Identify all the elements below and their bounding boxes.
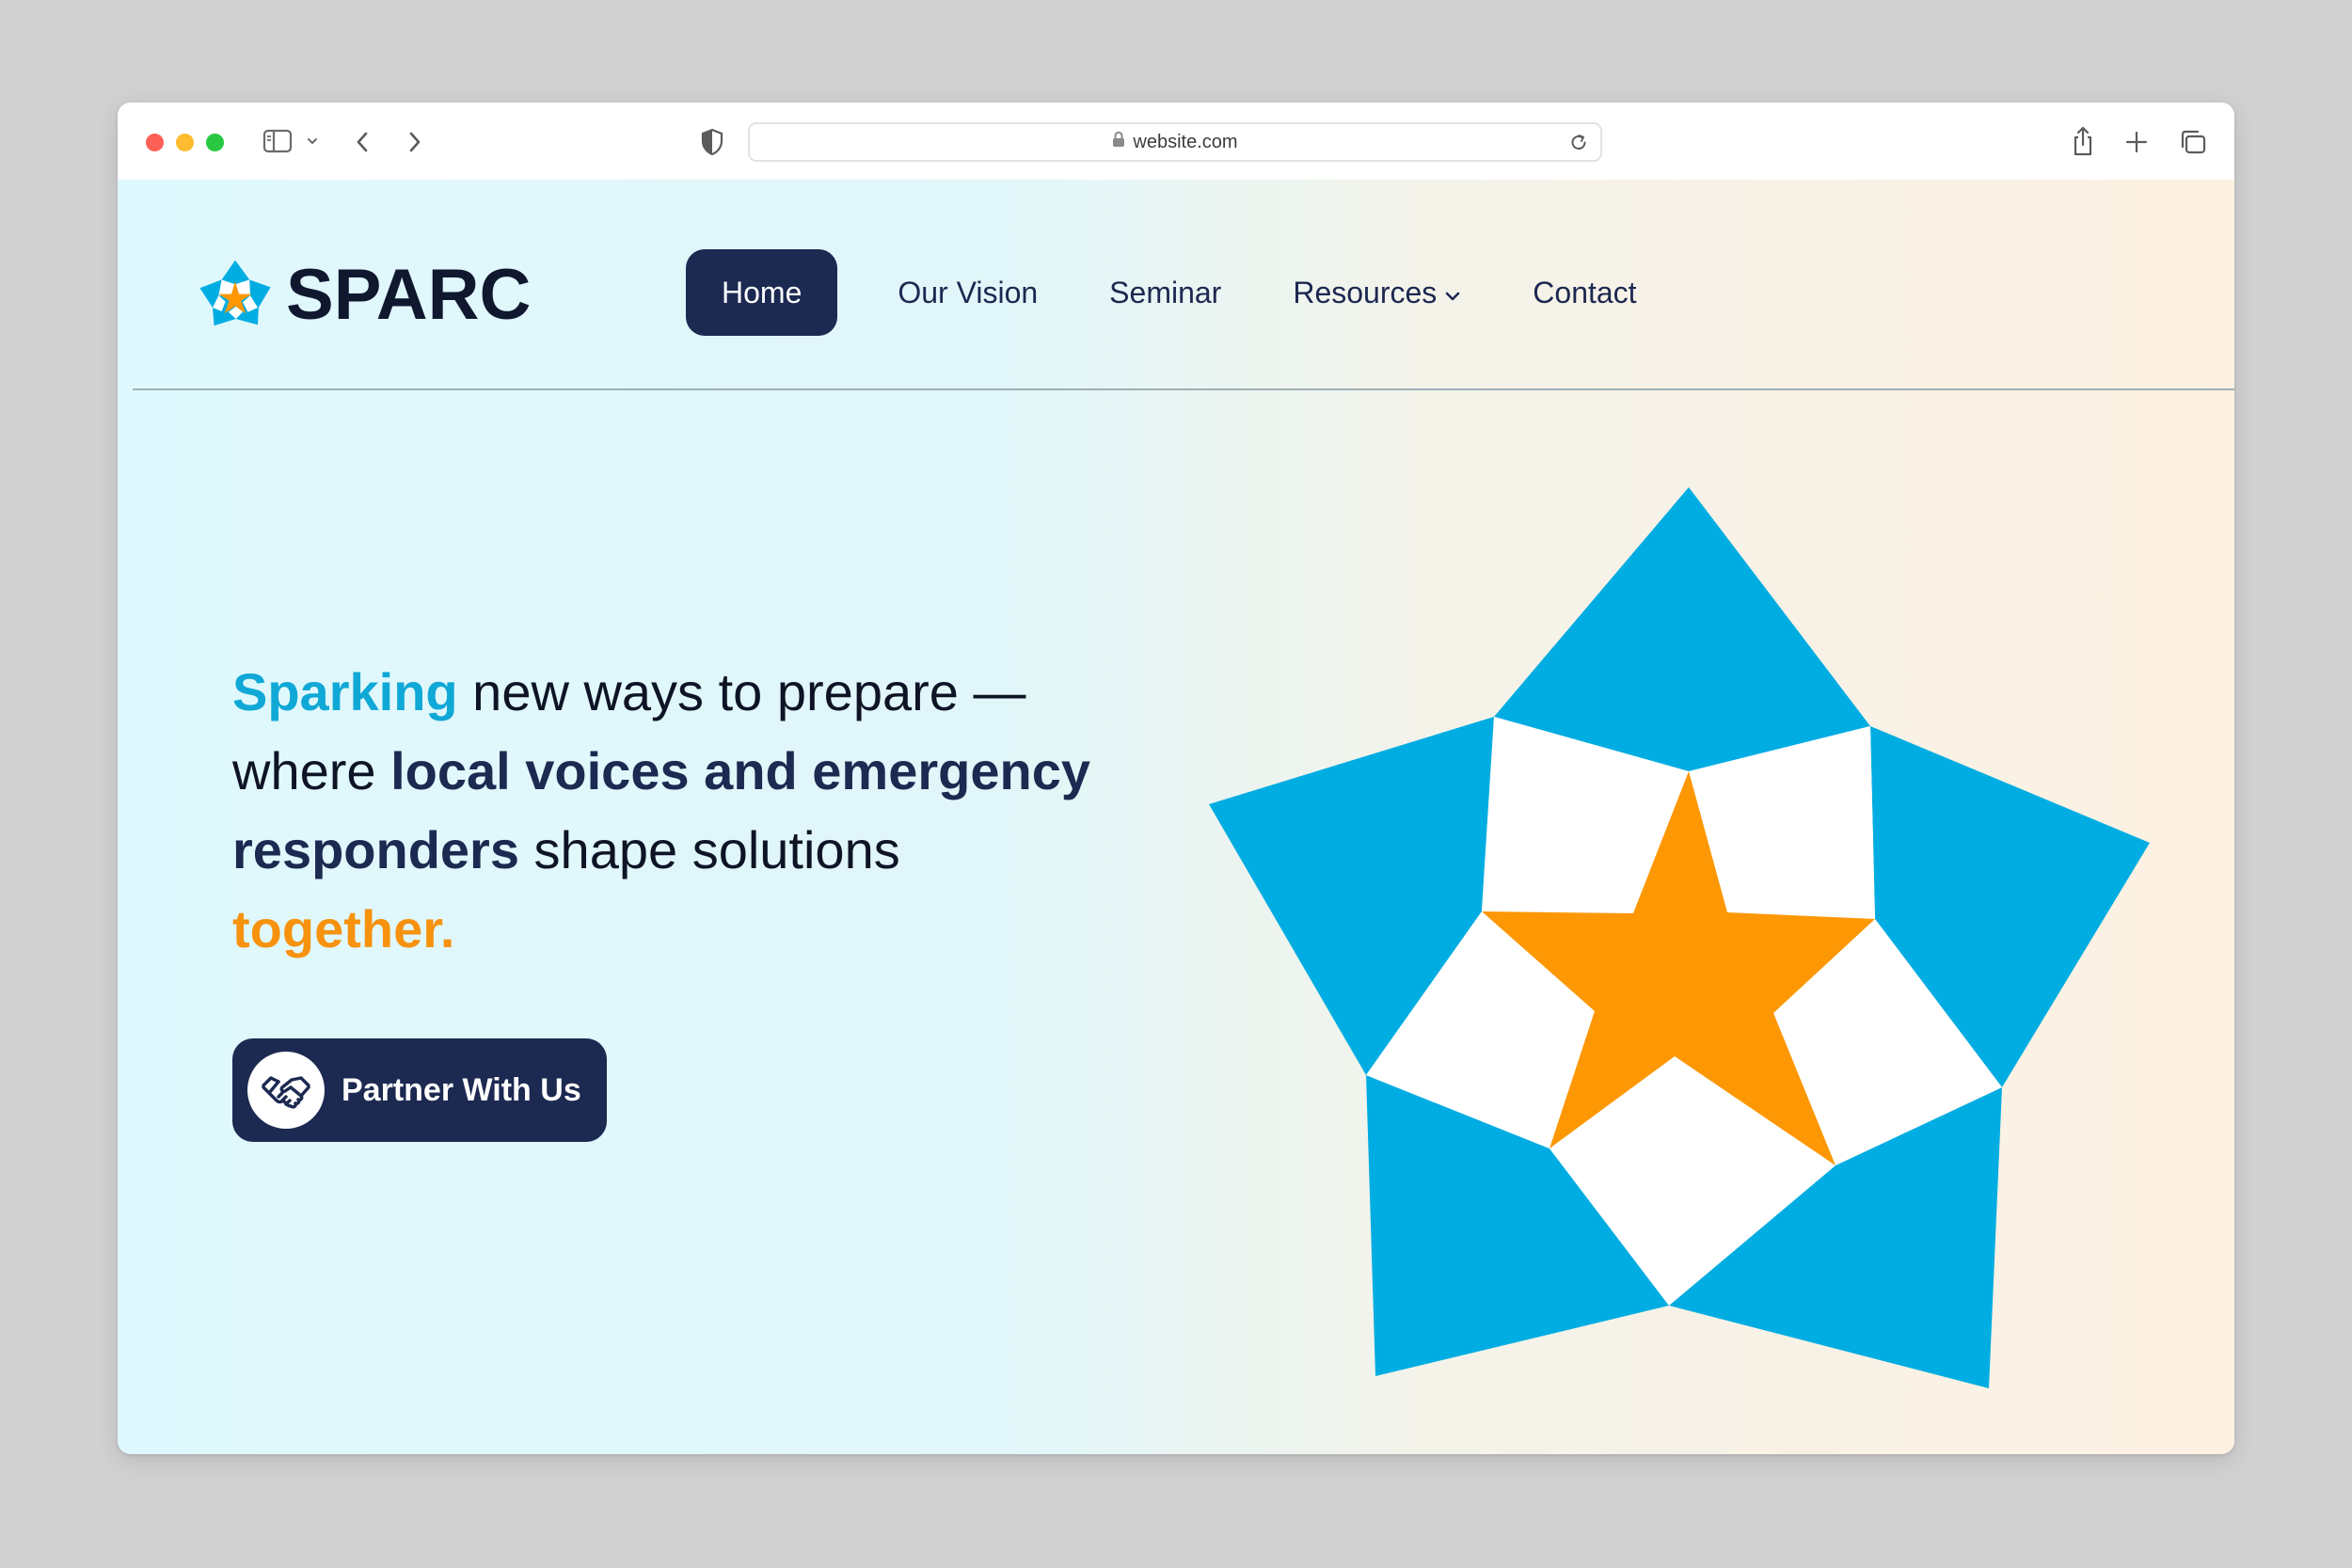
share-icon[interactable] xyxy=(2070,125,2096,157)
chevron-left-icon[interactable] xyxy=(353,129,372,155)
close-window-button[interactable] xyxy=(146,134,164,151)
chevron-down-icon[interactable] xyxy=(306,135,319,147)
sidebar-icon[interactable] xyxy=(262,128,293,154)
chevron-right-icon[interactable] xyxy=(405,129,424,155)
reload-icon[interactable] xyxy=(1568,133,1589,158)
shield-icon[interactable] xyxy=(700,128,724,156)
zoom-window-button[interactable] xyxy=(206,134,224,151)
browser-toolbar: website.com xyxy=(118,103,2234,180)
browser-window: website.com SPARC Home Our Vision Semina… xyxy=(118,103,2234,1454)
address-bar[interactable]: website.com xyxy=(748,122,1602,162)
tabs-overview-icon[interactable] xyxy=(2178,128,2208,156)
plus-icon[interactable] xyxy=(2124,130,2149,154)
web-page: SPARC Home Our Vision Seminar Resources … xyxy=(118,180,2234,1454)
lock-icon xyxy=(1112,131,1125,153)
url-text: website.com xyxy=(1133,131,1238,152)
star-blue-top xyxy=(1494,487,1870,771)
minimize-window-button[interactable] xyxy=(176,134,194,151)
hero-star-artwork xyxy=(1209,487,2150,1388)
